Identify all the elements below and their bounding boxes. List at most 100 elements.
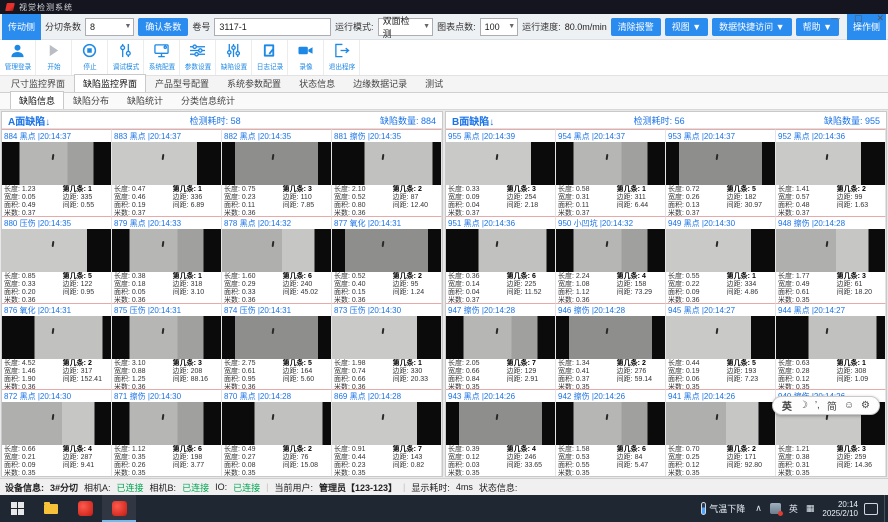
tab-defect-monitor[interactable]: 缺陷监控界面 (74, 74, 146, 92)
defect-cell[interactable]: 941 黑点 |20:14:26 长度: 0.70 宽度: 0.25 面积: 0… (666, 389, 776, 476)
defect-cell[interactable]: 953 黑点 |20:14:37 长度: 0.72 宽度: 0.26 面积: 0… (666, 129, 776, 216)
stop-button[interactable]: 停止 (72, 40, 108, 75)
defect-image[interactable] (446, 142, 555, 185)
ime-language-toggle[interactable]: 英 (782, 398, 792, 413)
admin-login-button[interactable]: 管理登录 (0, 40, 36, 75)
defect-image[interactable] (112, 316, 221, 359)
defect-cell[interactable]: 870 黑点 |20:14:28 长度: 0.49 宽度: 0.27 面积: 0… (222, 389, 332, 476)
touch-keyboard-icon[interactable]: ▦ (806, 503, 815, 514)
defect-cell[interactable]: 954 黑点 |20:14:37 长度: 0.58 宽度: 0.31 面积: 0… (556, 129, 666, 216)
defect-image[interactable] (112, 142, 221, 185)
recording-button[interactable]: 录像 (288, 40, 324, 75)
subtab-classification-statistics[interactable]: 分类信息统计 (172, 91, 244, 109)
tab-size-monitor[interactable]: 尺寸监控界面 (2, 74, 74, 92)
start-button[interactable]: 开始 (36, 40, 72, 75)
defect-image[interactable] (2, 316, 111, 359)
log-record-button[interactable]: 日志记录 (252, 40, 288, 75)
defect-image[interactable] (112, 402, 221, 445)
defect-image[interactable] (556, 402, 665, 445)
subtab-defect-distribution[interactable]: 缺陷分布 (64, 91, 118, 109)
defect-settings-button[interactable]: 缺陷设置 (216, 40, 252, 75)
defect-image[interactable] (446, 402, 555, 445)
defect-image[interactable] (776, 229, 885, 272)
defect-image[interactable] (556, 229, 665, 272)
ime-simplified-toggle[interactable]: 简 (827, 398, 837, 413)
defect-cell[interactable]: 877 氧化 |20:14:31 长度: 0.52 宽度: 0.40 面积: 0… (332, 216, 442, 303)
defect-cell[interactable]: 873 压伤 |20:14:30 长度: 1.98 宽度: 0.74 面积: 0… (332, 303, 442, 390)
defect-cell[interactable]: 950 小凹坑 |20:14:32 长度: 2.24 宽度: 1.08 面积: … (556, 216, 666, 303)
subtab-defect-info[interactable]: 缺陷信息 (10, 91, 64, 109)
defect-image[interactable] (222, 142, 331, 185)
defect-image[interactable] (222, 316, 331, 359)
taskbar-clock[interactable]: 20:14 2025/2/10 (822, 500, 858, 518)
roll-number-input[interactable]: 3117-1 (214, 18, 331, 36)
defect-cell[interactable]: 944 黑点 |20:14:27 长度: 0.63 宽度: 0.28 面积: 0… (776, 303, 886, 390)
defect-image[interactable] (556, 316, 665, 359)
running-app-button[interactable] (102, 495, 136, 522)
defect-image[interactable] (666, 402, 775, 445)
file-explorer-button[interactable] (34, 495, 68, 522)
tab-system-param-config[interactable]: 系统参数配置 (218, 74, 290, 92)
defect-cell[interactable]: 948 擦伤 |20:14:28 长度: 1.77 宽度: 0.49 面积: 0… (776, 216, 886, 303)
confirm-slit-button[interactable]: 确认条数 (138, 18, 188, 36)
defect-cell[interactable]: 945 黑点 |20:14:27 长度: 0.44 宽度: 0.19 面积: 0… (666, 303, 776, 390)
tab-product-model-config[interactable]: 产品型号配置 (146, 74, 218, 92)
defect-image[interactable] (222, 229, 331, 272)
defect-cell[interactable]: 871 擦伤 |20:14:30 长度: 1.12 宽度: 0.35 面积: 0… (112, 389, 222, 476)
defect-cell[interactable]: 955 黑点 |20:14:39 长度: 0.33 宽度: 0.09 面积: 0… (446, 129, 556, 216)
run-mode-select[interactable]: 双面检测▼ (378, 18, 434, 36)
slit-count-select[interactable]: 8▼ (85, 18, 134, 36)
close-button[interactable]: ✕ (876, 13, 884, 24)
defect-image[interactable] (446, 229, 555, 272)
ime-fullwidth-icon[interactable]: ☽ (799, 400, 808, 411)
defect-image[interactable] (2, 402, 111, 445)
defect-cell[interactable]: 883 黑点 |20:14:37 长度: 0.47 宽度: 0.46 面积: 0… (112, 129, 222, 216)
show-desktop-button[interactable] (884, 495, 888, 522)
parameter-settings-button[interactable]: 参数设置 (180, 40, 216, 75)
start-menu-button[interactable] (0, 495, 34, 522)
defect-image[interactable] (222, 402, 331, 445)
defect-image[interactable] (776, 142, 885, 185)
defect-cell[interactable]: 884 黑点 |20:14:37 长度: 1.23 宽度: 0.05 面积: 0… (2, 129, 112, 216)
defect-cell[interactable]: 869 黑点 |20:14:28 长度: 0.91 宽度: 0.44 面积: 0… (332, 389, 442, 476)
defect-cell[interactable]: 876 氧化 |20:14:31 长度: 4.52 宽度: 1.46 面积: 1… (2, 303, 112, 390)
defect-image[interactable] (332, 229, 441, 272)
defect-image[interactable] (332, 142, 441, 185)
notification-center-icon[interactable] (864, 503, 878, 515)
defect-image[interactable] (666, 142, 775, 185)
system-config-button[interactable]: 系统配置 (144, 40, 180, 75)
defect-cell[interactable]: 882 黑点 |20:14:35 长度: 0.75 宽度: 0.23 面积: 0… (222, 129, 332, 216)
app-shortcut-button[interactable] (68, 495, 102, 522)
defect-cell[interactable]: 943 黑点 |20:14:26 长度: 0.39 宽度: 0.12 面积: 0… (446, 389, 556, 476)
data-quick-access-button[interactable]: 数据快捷访问 ▼ (712, 18, 791, 36)
ime-emoji-icon[interactable]: ☺ (844, 400, 854, 411)
clear-alarm-button[interactable]: 清除报警 (611, 18, 661, 36)
defect-cell[interactable]: 942 擦伤 |20:14:26 长度: 1.58 宽度: 0.53 面积: 0… (556, 389, 666, 476)
defect-image[interactable] (666, 229, 775, 272)
ime-settings-gear-icon[interactable]: ⚙ (861, 400, 870, 411)
defect-cell[interactable]: 952 黑点 |20:14:36 长度: 1.41 宽度: 0.57 面积: 0… (776, 129, 886, 216)
defect-image[interactable] (332, 316, 441, 359)
tray-chevron-icon[interactable]: ∧ (755, 503, 762, 514)
defect-image[interactable] (112, 229, 221, 272)
defect-cell[interactable]: 946 擦伤 |20:14:28 长度: 1.34 宽度: 0.41 面积: 0… (556, 303, 666, 390)
defect-image[interactable] (2, 229, 111, 272)
defect-cell[interactable]: 947 擦伤 |20:14:28 长度: 2.05 宽度: 0.66 面积: 0… (446, 303, 556, 390)
tab-test[interactable]: 测试 (416, 74, 452, 92)
maximize-button[interactable]: ▢ (854, 13, 863, 24)
panel-b-title[interactable]: B面缺陷↓ (452, 113, 494, 128)
panel-a-title[interactable]: A面缺陷↓ (8, 113, 50, 128)
subtab-defect-statistics[interactable]: 缺陷统计 (118, 91, 172, 109)
defect-cell[interactable]: 874 压伤 |20:14:31 长度: 2.75 宽度: 0.61 面积: 0… (222, 303, 332, 390)
defect-cell[interactable]: 951 黑点 |20:14:36 长度: 0.36 宽度: 0.14 面积: 0… (446, 216, 556, 303)
defect-cell[interactable]: 878 黑点 |20:14:32 长度: 1.60 宽度: 0.29 面积: 0… (222, 216, 332, 303)
defect-cell[interactable]: 949 黑点 |20:14:30 长度: 0.55 宽度: 0.22 面积: 0… (666, 216, 776, 303)
defect-cell[interactable]: 880 压伤 |20:14:35 长度: 0.85 宽度: 0.33 面积: 0… (2, 216, 112, 303)
defect-cell[interactable]: 872 黑点 |20:14:30 长度: 0.66 宽度: 0.21 面积: 0… (2, 389, 112, 476)
defect-image[interactable] (666, 316, 775, 359)
defect-image[interactable] (556, 142, 665, 185)
ime-punctuation-toggle[interactable]: ’, (815, 400, 820, 411)
defect-cell[interactable]: 879 黑点 |20:14:33 长度: 0.38 宽度: 0.18 面积: 0… (112, 216, 222, 303)
defect-cell[interactable]: 881 擦伤 |20:14:35 长度: 2.10 宽度: 0.52 面积: 0… (332, 129, 442, 216)
defect-image[interactable] (776, 316, 885, 359)
